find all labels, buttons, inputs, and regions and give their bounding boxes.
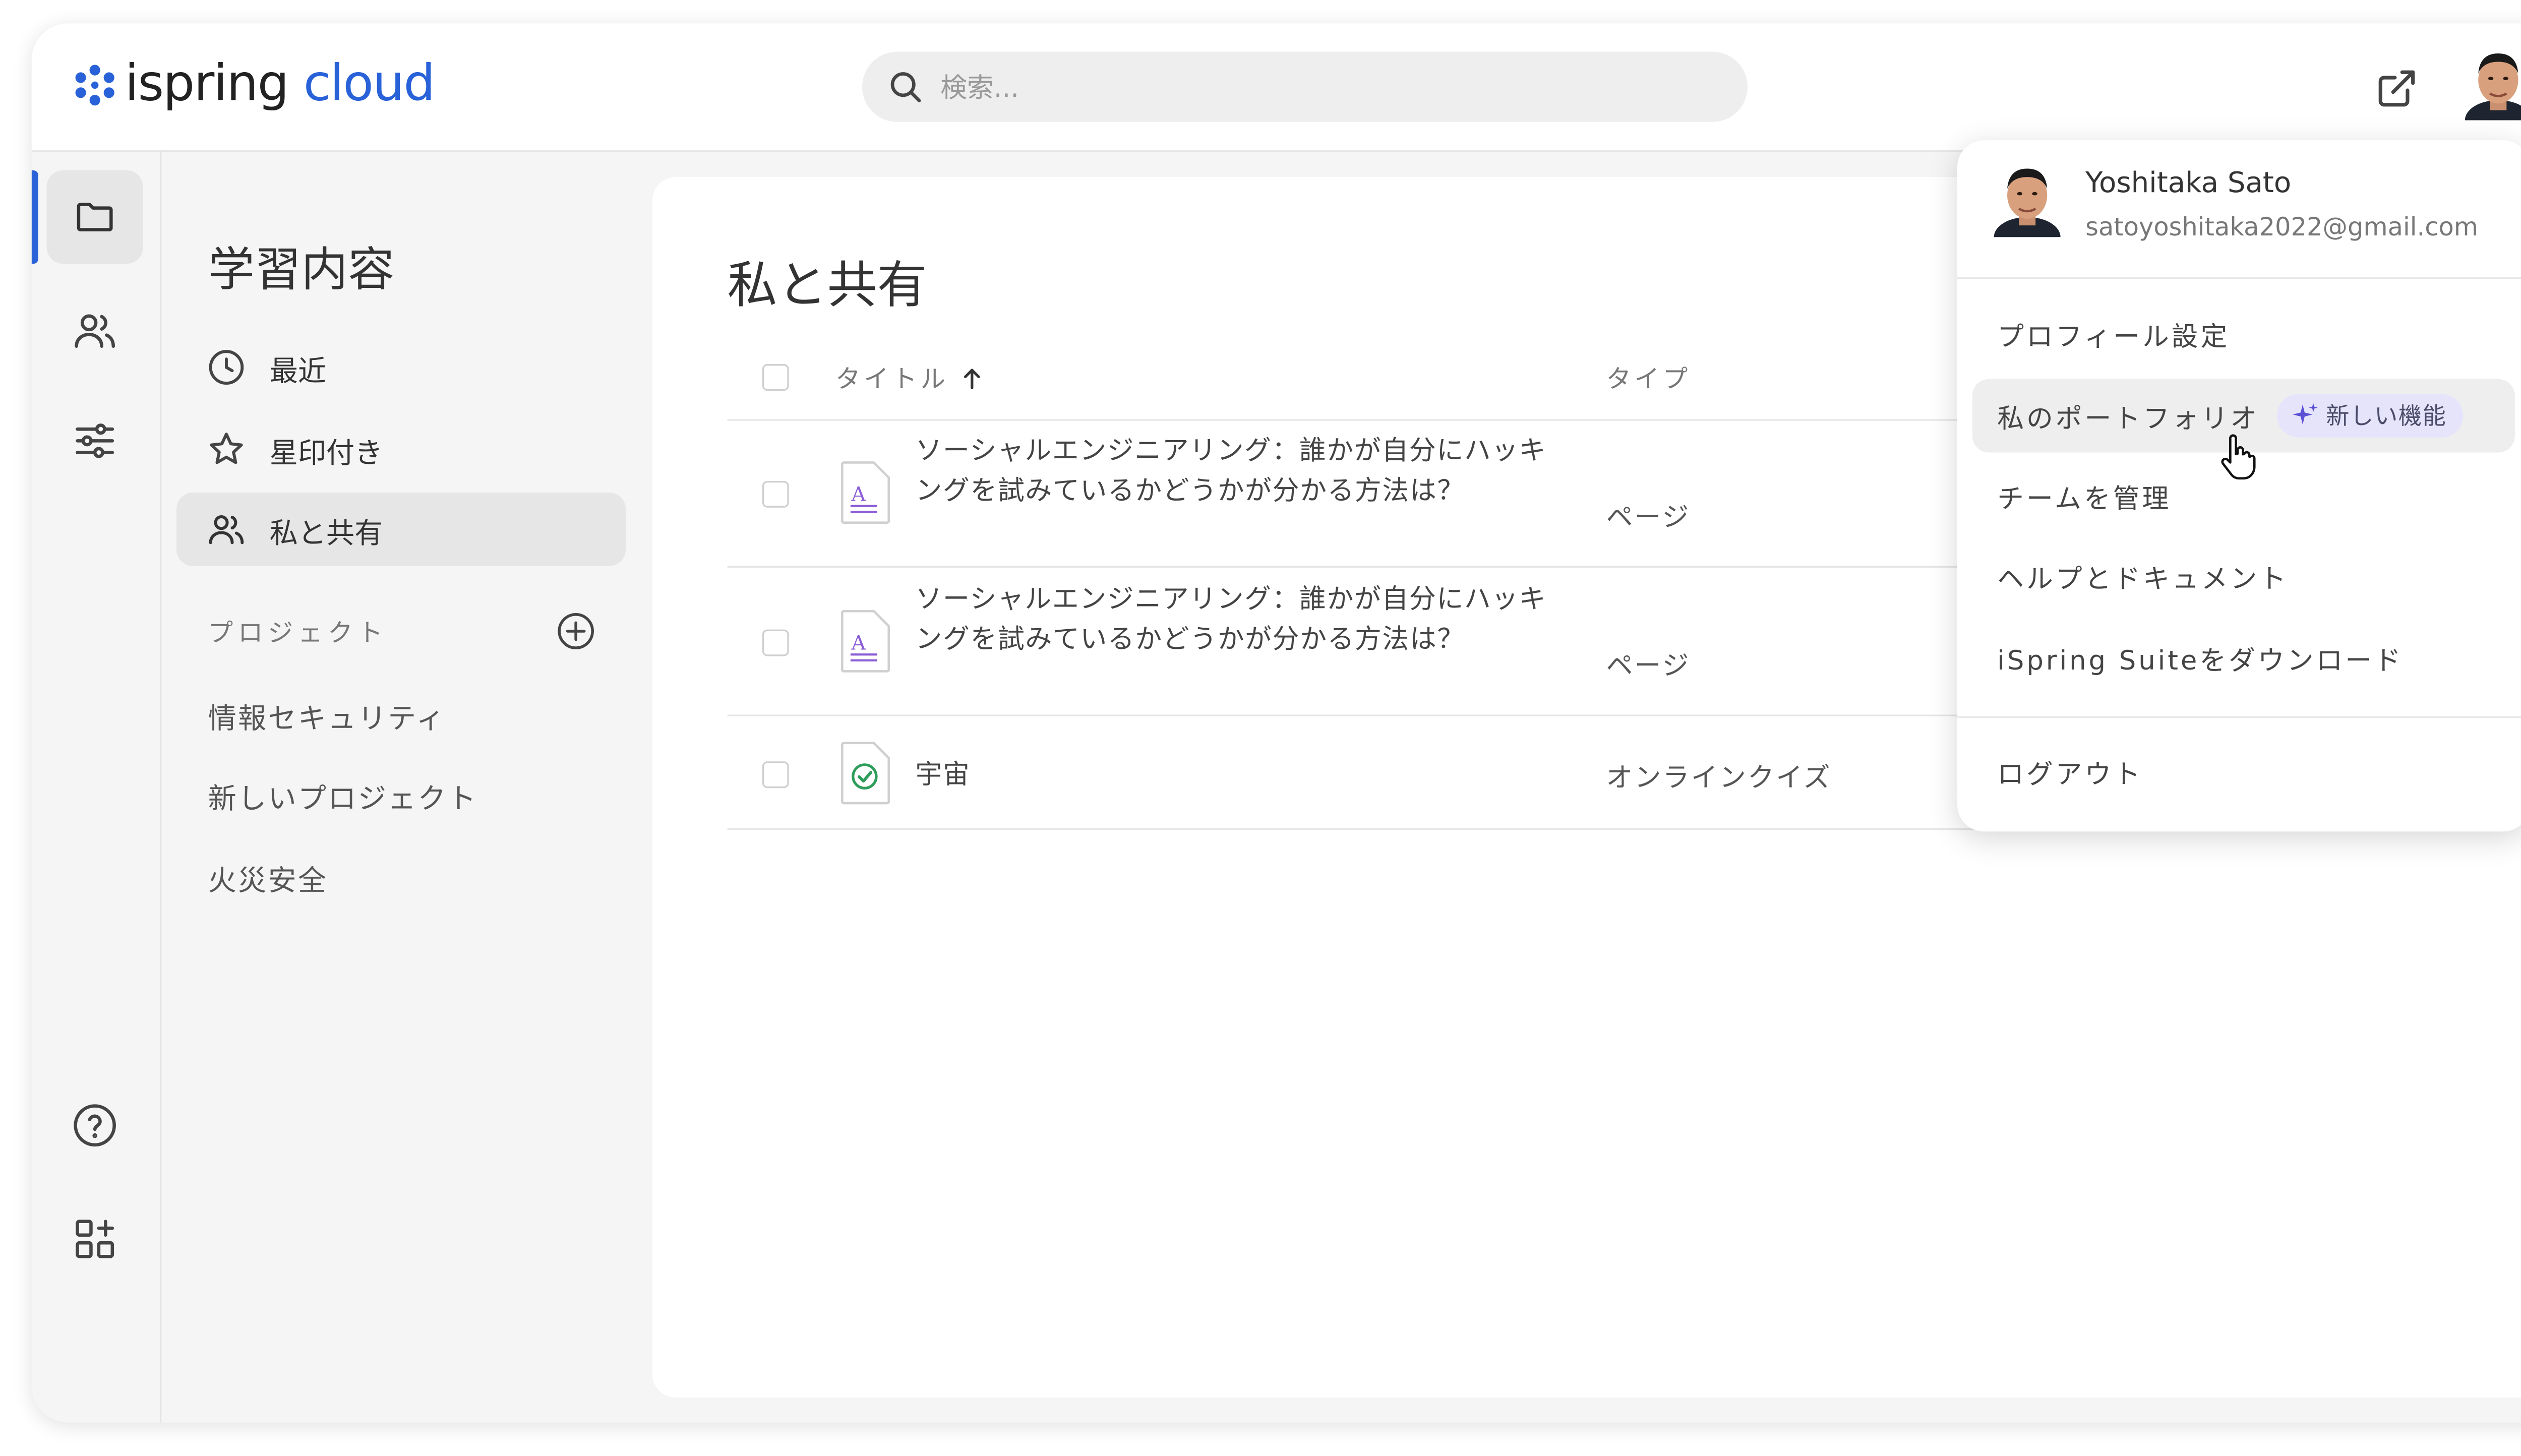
menu-item-download-suite[interactable]: iSpring Suiteをダウンロード [1972, 621, 2515, 695]
column-header-title-label: タイトル [835, 364, 949, 394]
row-type: ページ [1606, 649, 1691, 682]
page-file-icon: A [841, 610, 890, 673]
rail-users-button[interactable] [46, 284, 143, 377]
nav-item-label: 星印付き [269, 437, 383, 470]
logo-text: ispring cloud [125, 55, 436, 114]
open-external-icon[interactable] [2375, 67, 2419, 110]
apps-add-icon [76, 1220, 114, 1258]
page-file-icon: A [841, 461, 890, 524]
nav-item-label: 最近 [269, 354, 326, 389]
new-feature-badge: 新しい機能 [2276, 394, 2464, 438]
account-email: satoyoshitaka2022@gmail.com [2085, 212, 2479, 242]
account-dropdown-menu: Yoshitaka Sato satoyoshitaka2022@gmail.c… [1957, 140, 2521, 832]
top-header: ispring cloud [31, 23, 2521, 152]
ispring-cloud-logo[interactable]: ispring cloud [72, 55, 436, 114]
menu-item-label: ヘルプとドキュメント [1997, 563, 2289, 595]
menu-item-label: ログアウト [1997, 758, 2143, 790]
row-title: ソーシャルエンジニアリング：誰かが自分にハッキングを試みているかどうかが分かる方… [915, 434, 1547, 506]
quiz-file-icon [841, 742, 890, 805]
row-checkbox[interactable] [762, 761, 789, 788]
rail-help-button[interactable] [46, 1079, 143, 1172]
svg-text:A: A [851, 483, 866, 506]
star-icon [210, 433, 243, 464]
project-item[interactable]: 新しいプロジェクト [208, 775, 478, 816]
search-bar [862, 51, 1748, 122]
rail-content-button[interactable] [46, 170, 143, 264]
hand-pointer-cursor-icon [2221, 434, 2256, 480]
icon-rail [31, 150, 162, 1423]
column-header-title[interactable]: タイトル [835, 360, 985, 396]
users-icon [75, 314, 115, 348]
menu-item-profile-settings[interactable]: プロフィール設定 [1972, 297, 2515, 371]
content-nav: 学習内容 最近 星印付き 私と共有 プロジェクト 情報セキュリティ 新しいプロジ… [161, 150, 644, 1423]
user-avatar-button[interactable] [2465, 47, 2521, 120]
add-project-icon[interactable] [556, 611, 596, 651]
logo-word-cloud: cloud [303, 55, 436, 114]
page-title: 私と共有 [727, 257, 927, 316]
menu-divider [1957, 277, 2521, 279]
menu-item-label: 私のポートフォリオ [1997, 402, 2260, 435]
rail-settings-button[interactable] [46, 394, 143, 488]
row-title: 宇宙 [915, 758, 971, 790]
account-name: Yoshitaka Sato [2085, 167, 2292, 201]
user-avatar [1994, 168, 2061, 237]
project-item[interactable]: 火災安全 [208, 857, 328, 898]
row-checkbox[interactable] [762, 629, 789, 656]
sparkle-icon [2292, 403, 2317, 425]
rail-active-indicator [31, 170, 38, 264]
app-root: ispring cloud 検索... 学習内容 最近 星印付き 私と共有 プロ… [0, 0, 2521, 1456]
clock-icon [209, 350, 244, 385]
rail-apps-button[interactable] [46, 1192, 143, 1286]
sort-ascending-icon [964, 368, 980, 389]
project-item[interactable]: 情報セキュリティ [208, 695, 446, 736]
nav-title: 学習内容 [208, 242, 395, 297]
users-icon [209, 515, 244, 544]
app-window: ispring cloud 検索... 学習内容 最近 星印付き 私と共有 プロ… [31, 23, 2521, 1423]
row-type: オンラインクイズ [1606, 761, 1832, 794]
projects-section-label: プロジェクト [208, 618, 388, 648]
menu-item-label: チームを管理 [1997, 482, 2172, 515]
logo-word-ispring: ispring [125, 55, 289, 114]
menu-item-label: プロフィール設定 [1997, 320, 2230, 352]
menu-item-label: iSpring Suiteをダウンロード [1997, 644, 2404, 677]
folder-icon [77, 203, 113, 231]
column-header-type[interactable]: タイプ [1606, 360, 1691, 396]
row-title: ソーシャルエンジニアリング：誰かが自分にハッキングを試みているかどうかが分かる方… [915, 582, 1547, 655]
table-divider [727, 714, 2026, 716]
table-divider [727, 566, 2026, 568]
menu-item-logout[interactable]: ログアウト [1972, 735, 2515, 808]
menu-divider [1957, 716, 2521, 718]
nav-item-label: 私と共有 [269, 517, 383, 551]
sliders-icon [76, 423, 114, 458]
search-input[interactable] [937, 69, 1676, 104]
select-all-checkbox[interactable] [762, 364, 789, 391]
nav-item-starred[interactable]: 星印付き [176, 412, 626, 486]
row-type: ページ [1606, 501, 1691, 533]
nav-item-shared-with-me[interactable]: 私と共有 [176, 493, 626, 566]
table-divider [727, 419, 2026, 421]
logo-asterisk-icon [75, 65, 114, 106]
search-icon [890, 72, 921, 102]
svg-text:A: A [851, 631, 866, 654]
badge-label: 新しい機能 [2326, 404, 2447, 431]
menu-item-help-docs[interactable]: ヘルプとドキュメント [1972, 539, 2515, 613]
nav-item-recent[interactable]: 最近 [176, 331, 626, 404]
table-divider [727, 828, 2026, 830]
help-circle-icon [74, 1104, 116, 1147]
row-checkbox[interactable] [762, 480, 789, 508]
